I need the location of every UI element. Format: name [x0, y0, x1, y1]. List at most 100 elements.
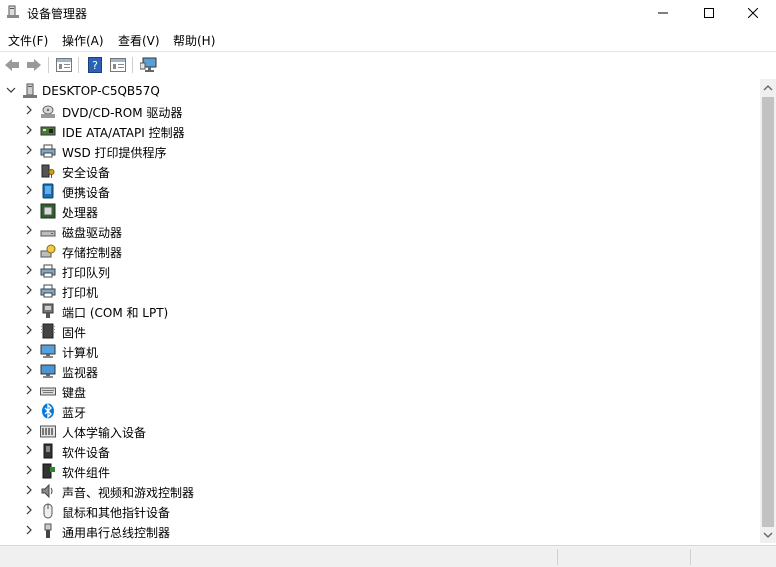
status-divider [557, 549, 558, 565]
close-button[interactable] [730, 0, 776, 25]
toolbar-separator [132, 57, 133, 73]
speaker-icon [41, 483, 53, 499]
menu-file[interactable]: 文件(F) [8, 32, 48, 49]
tree-node-label: 打印机 [62, 286, 99, 300]
menu-bar: 文件(F) 操作(A) 查看(V) 帮助(H) [0, 28, 776, 50]
tree-node-usb[interactable]: 通用串行总线控制器 [0, 521, 760, 541]
status-divider [690, 549, 691, 565]
properties-button[interactable] [54, 55, 74, 75]
back-arrow-icon [5, 59, 19, 71]
maximize-button[interactable] [686, 0, 732, 25]
tree-node-keyboard[interactable]: 键盘 [0, 381, 760, 401]
forward-button[interactable] [24, 55, 44, 75]
scroll-up-icon[interactable] [763, 84, 773, 92]
tree-node-computer[interactable]: 计算机 [0, 341, 760, 361]
tree-node-software-component[interactable]: 软件组件 [0, 461, 760, 481]
tree-node-firmware[interactable]: 固件 [0, 321, 760, 341]
chevron-right-icon[interactable] [24, 385, 34, 395]
back-button[interactable] [2, 55, 22, 75]
chevron-right-icon[interactable] [24, 425, 34, 435]
tree-node-portable[interactable]: 便携设备 [0, 181, 760, 201]
tree-node-ide[interactable]: IDE ATA/ATAPI 控制器 [0, 121, 760, 141]
tree-node-software-device[interactable]: 软件设备 [0, 441, 760, 461]
tree-node-label: 端口 (COM 和 LPT) [62, 306, 169, 320]
scroll-thumb[interactable] [762, 97, 774, 527]
chevron-down-icon[interactable] [6, 85, 16, 95]
tree-node-disk[interactable]: 磁盘驱动器 [0, 221, 760, 241]
chevron-right-icon[interactable] [24, 205, 34, 215]
tree-node-label: 计算机 [62, 346, 99, 360]
chevron-right-icon[interactable] [24, 365, 34, 375]
tree-node-bluetooth[interactable]: 蓝牙 [0, 401, 760, 421]
chevron-right-icon[interactable] [24, 185, 34, 195]
chevron-right-icon[interactable] [24, 465, 34, 475]
chevron-right-icon[interactable] [24, 305, 34, 315]
tree-node-label: 存储控制器 [62, 246, 123, 260]
chevron-right-icon[interactable] [24, 345, 34, 355]
chevron-right-icon[interactable] [24, 145, 34, 155]
tree-node-print-queue[interactable]: 打印队列 [0, 261, 760, 281]
view-button[interactable] [108, 55, 128, 75]
chevron-right-icon[interactable] [24, 165, 34, 175]
chevron-right-icon[interactable] [24, 105, 34, 115]
minimize-icon [658, 12, 668, 13]
portable-device-icon [42, 183, 54, 199]
toolbar-separator [78, 57, 79, 73]
storage-controller-icon [40, 244, 56, 258]
status-bar [0, 545, 776, 567]
printer-icon [40, 144, 56, 158]
minimize-button[interactable] [640, 0, 686, 25]
chevron-right-icon[interactable] [24, 445, 34, 455]
help-button[interactable]: ? [85, 55, 105, 75]
tree-node-mouse[interactable]: 鼠标和其他指针设备 [0, 501, 760, 521]
vertical-scrollbar[interactable] [760, 79, 776, 543]
chevron-right-icon[interactable] [24, 285, 34, 295]
tree-node-monitor[interactable]: 监视器 [0, 361, 760, 381]
chevron-right-icon[interactable] [24, 325, 34, 335]
tree-node-printer[interactable]: 打印机 [0, 281, 760, 301]
chevron-right-icon[interactable] [24, 505, 34, 515]
view-icon [110, 58, 126, 72]
tree-node-label: 便携设备 [62, 186, 111, 200]
port-icon [42, 303, 54, 318]
chevron-right-icon[interactable] [24, 525, 34, 535]
menu-help[interactable]: 帮助(H) [173, 32, 215, 49]
chevron-right-icon[interactable] [24, 265, 34, 275]
computer-icon [40, 344, 56, 358]
tree-node-wsd[interactable]: WSD 打印提供程序 [0, 141, 760, 161]
tree-root-node[interactable]: DESKTOP-C5QB57Q [0, 81, 760, 101]
menu-view[interactable]: 查看(V) [118, 32, 160, 49]
ide-controller-icon [40, 126, 56, 136]
tree-node-processor[interactable]: 处理器 [0, 201, 760, 221]
tree-node-label: DVD/CD-ROM 驱动器 [62, 106, 183, 120]
tree-node-hid[interactable]: 人体学输入设备 [0, 421, 760, 441]
tree-node-label: 磁盘驱动器 [62, 226, 123, 240]
scroll-down-icon[interactable] [763, 531, 773, 539]
chevron-right-icon[interactable] [24, 485, 34, 495]
tree-node-storage[interactable]: 存储控制器 [0, 241, 760, 261]
keyboard-icon [40, 387, 56, 396]
help-icon: ? [88, 57, 102, 73]
device-manager-app-icon [7, 5, 19, 18]
tree-node-label: 固件 [62, 326, 87, 340]
chevron-right-icon[interactable] [24, 245, 34, 255]
close-icon [748, 7, 758, 18]
tree-node-label: IDE ATA/ATAPI 控制器 [62, 126, 185, 140]
chevron-right-icon[interactable] [24, 405, 34, 415]
tree-node-label: 蓝牙 [62, 406, 87, 420]
device-tree[interactable]: DESKTOP-C5QB57Q DVD/CD-ROM 驱动器 IDE ATA/A… [0, 79, 760, 543]
chevron-right-icon[interactable] [24, 125, 34, 135]
chevron-right-icon[interactable] [24, 225, 34, 235]
scan-hardware-button[interactable] [139, 55, 159, 75]
tree-node-security[interactable]: 安全设备 [0, 161, 760, 181]
maximize-icon [704, 7, 714, 18]
software-component-icon [42, 463, 55, 479]
tree-node-label: 人体学输入设备 [62, 426, 147, 440]
printer-icon [40, 284, 56, 298]
tree-node-ports[interactable]: 端口 (COM 和 LPT) [0, 301, 760, 321]
tree-node-dvd[interactable]: DVD/CD-ROM 驱动器 [0, 101, 760, 121]
security-device-icon [41, 164, 55, 178]
tree-node-sound[interactable]: 声音、视频和游戏控制器 [0, 481, 760, 501]
processor-icon [40, 203, 56, 219]
menu-action[interactable]: 操作(A) [62, 32, 104, 49]
